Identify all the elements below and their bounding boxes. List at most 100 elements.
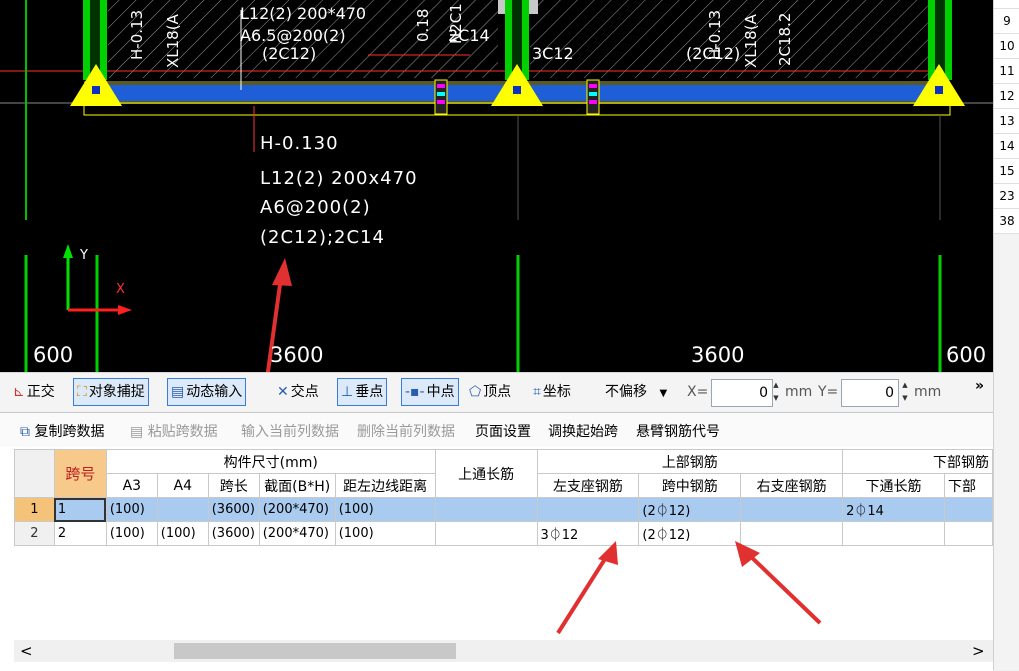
dimension-text: 3600 <box>270 343 324 367</box>
horizontal-scrollbar[interactable]: < > <box>14 640 993 662</box>
cell-a3[interactable]: (100) <box>105 521 158 546</box>
beam-label-size: L12(2) 200x470 <box>260 168 418 189</box>
cell-bottom[interactable] <box>943 497 994 522</box>
span-table-toolbar: ⧉ 复制跨数据 ▤ 粘贴跨数据 输入当前列数据 删除当前列数据 页面设置 调换起… <box>0 413 993 447</box>
col-header-a3: A3 <box>105 473 158 498</box>
list-row-number[interactable]: 10 <box>994 34 1019 59</box>
cell-left-support[interactable] <box>536 497 640 522</box>
copy-span-button[interactable]: ⧉ 复制跨数据 <box>20 421 104 441</box>
list-row-number[interactable]: 15 <box>994 159 1019 184</box>
x-spinner[interactable]: ▲ ▼ <box>770 379 782 405</box>
row-number[interactable]: 1 <box>14 497 55 522</box>
x-unit: mm <box>785 384 813 400</box>
dimension-text: 3600 <box>691 343 745 367</box>
col-header-span: 跨号 <box>53 449 107 498</box>
cad-canvas[interactable]: L12(2) 200*470 A6.5@200(2) (2C12) 2C14 3… <box>0 0 993 372</box>
col-header-top-through: 上通长筋 <box>434 449 538 498</box>
scrollbar-thumb[interactable] <box>174 643 456 659</box>
snap-coordinate[interactable]: ⌗ 坐标 <box>530 379 574 405</box>
vertical-label: 2C18.2 <box>776 12 794 66</box>
input-column-button[interactable]: 输入当前列数据 <box>241 421 339 441</box>
delete-column-button[interactable]: 删除当前列数据 <box>357 421 455 441</box>
scroll-left-arrow[interactable]: < <box>20 642 33 660</box>
list-row-number[interactable]: 11 <box>994 59 1019 84</box>
vertical-label: H-0.13 <box>128 9 146 60</box>
vertical-label: 0.18 <box>414 8 432 42</box>
cell-midspan[interactable]: (2⏀12) <box>638 497 742 522</box>
table-row[interactable]: 1 1 (100) (3600) (200*470) (100) (2⏀12) … <box>14 497 994 522</box>
cell-right-support[interactable] <box>740 497 844 522</box>
list-row-number[interactable]: 23 <box>994 184 1019 209</box>
chevron-down-icon: ▼ <box>659 388 668 399</box>
ortho-toggle[interactable]: ⊾ 正交 <box>10 379 58 405</box>
cell-left-offset[interactable]: (100) <box>334 521 436 546</box>
y-coordinate-input[interactable]: 0 <box>841 379 899 407</box>
y-spinner[interactable]: ▲ ▼ <box>899 379 911 405</box>
cell-top-through[interactable] <box>434 497 538 522</box>
table-row[interactable]: 2 2 (100) (100) (3600) (200*470) (100) 3… <box>14 521 994 546</box>
cell-span[interactable]: 1 <box>53 497 107 522</box>
midpoint-icon: -▪- <box>405 384 425 400</box>
paste-span-button[interactable]: ▤ 粘贴跨数据 <box>130 421 218 441</box>
x-label: X= <box>687 384 709 400</box>
dimension-text: 600 <box>33 343 74 367</box>
list-row-number[interactable]: 13 <box>994 109 1019 134</box>
y-unit: mm <box>914 384 942 400</box>
cell-bottom-through[interactable]: 2⏀14 <box>842 497 945 522</box>
cell-left-offset[interactable]: (100) <box>334 497 436 522</box>
cell-span[interactable]: 2 <box>53 521 107 546</box>
snap-vertex[interactable]: ⬠ 顶点 <box>466 379 514 405</box>
cell-a4[interactable] <box>156 497 209 522</box>
object-snap-icon: ⛶ <box>77 384 87 400</box>
toolbar-overflow-button[interactable]: » <box>972 373 987 399</box>
cell-top-through[interactable] <box>434 521 538 546</box>
span-data-table[interactable]: 跨号 构件尺寸(mm) 上通长筋 上部钢筋 下部钢筋 A3 A4 跨长 截面(B… <box>14 449 994 546</box>
snap-perpendicular[interactable]: ⊥ 垂点 <box>337 378 388 406</box>
col-header-midspan: 跨中钢筋 <box>638 473 742 498</box>
annotation-arrows <box>556 541 822 635</box>
vertical-label: H-0.13 <box>706 9 724 60</box>
row-number[interactable]: 2 <box>14 521 55 546</box>
cell-section[interactable]: (200*470) <box>258 521 336 546</box>
snap-midpoint[interactable]: -▪- 中点 <box>401 378 459 406</box>
intersection-icon: ✕ <box>277 384 289 400</box>
y-label: Y= <box>818 384 839 400</box>
object-snap-toggle[interactable]: ⛶ 对象捕捉 <box>73 378 149 406</box>
cell-a3[interactable]: (100) <box>105 497 158 522</box>
col-group-top-rebar: 上部钢筋 <box>536 449 844 474</box>
dynamic-input-toggle[interactable]: ▤ 动态输入 <box>167 378 247 406</box>
swap-start-span-button[interactable]: 调换起始跨 <box>548 421 618 441</box>
col-header-bottom: 下部 <box>943 473 994 498</box>
cell-span-length[interactable]: (3600) <box>207 521 260 546</box>
row-header-corner <box>14 449 55 498</box>
span-table-panel: ⊠ ⧉ 复制跨数据 ▤ 粘贴跨数据 输入当前列数据 删除当前列数据 页面设置 调… <box>0 412 994 671</box>
cell-bottom[interactable] <box>943 521 994 546</box>
list-row-number[interactable]: 38 <box>994 209 1019 234</box>
vertical-label: XL18(A <box>742 14 760 68</box>
snap-intersection[interactable]: ✕ 交点 <box>274 379 322 405</box>
ucs-x-label: X <box>116 282 125 297</box>
cell-section[interactable]: (200*470) <box>258 497 336 522</box>
vertical-label: XL18(A <box>164 14 182 68</box>
ortho-icon: ⊾ <box>13 384 25 400</box>
right-side-list[interactable]: 9 10 11 12 13 14 15 23 38 <box>993 0 1019 670</box>
x-coordinate-input[interactable]: 0 <box>711 379 773 407</box>
cell-bottom-through[interactable] <box>842 521 945 546</box>
cell-a4[interactable]: (100) <box>156 521 209 546</box>
dimension-text: 600 <box>946 343 987 367</box>
coordinate-icon: ⌗ <box>533 384 541 400</box>
list-row-number[interactable]: 9 <box>994 9 1019 34</box>
cantilever-code-button[interactable]: 悬臂钢筋代号 <box>636 421 720 441</box>
col-group-size: 构件尺寸(mm) <box>105 449 436 474</box>
col-header-span-length: 跨长 <box>207 473 260 498</box>
cell-span-length[interactable]: (3600) <box>207 497 260 522</box>
offset-mode-dropdown[interactable]: 不偏移 ▼ <box>602 379 670 405</box>
dynamic-input-icon: ▤ <box>171 384 185 400</box>
list-row-number[interactable]: 12 <box>994 84 1019 109</box>
paste-icon: ▤ <box>130 424 144 440</box>
col-header-left-support: 左支座钢筋 <box>536 473 640 498</box>
list-row-number[interactable]: 14 <box>994 134 1019 159</box>
scroll-right-arrow[interactable]: > <box>972 642 985 660</box>
page-setup-button[interactable]: 页面设置 <box>475 421 531 441</box>
beam-label-stirrup: A6@200(2) <box>260 197 371 218</box>
